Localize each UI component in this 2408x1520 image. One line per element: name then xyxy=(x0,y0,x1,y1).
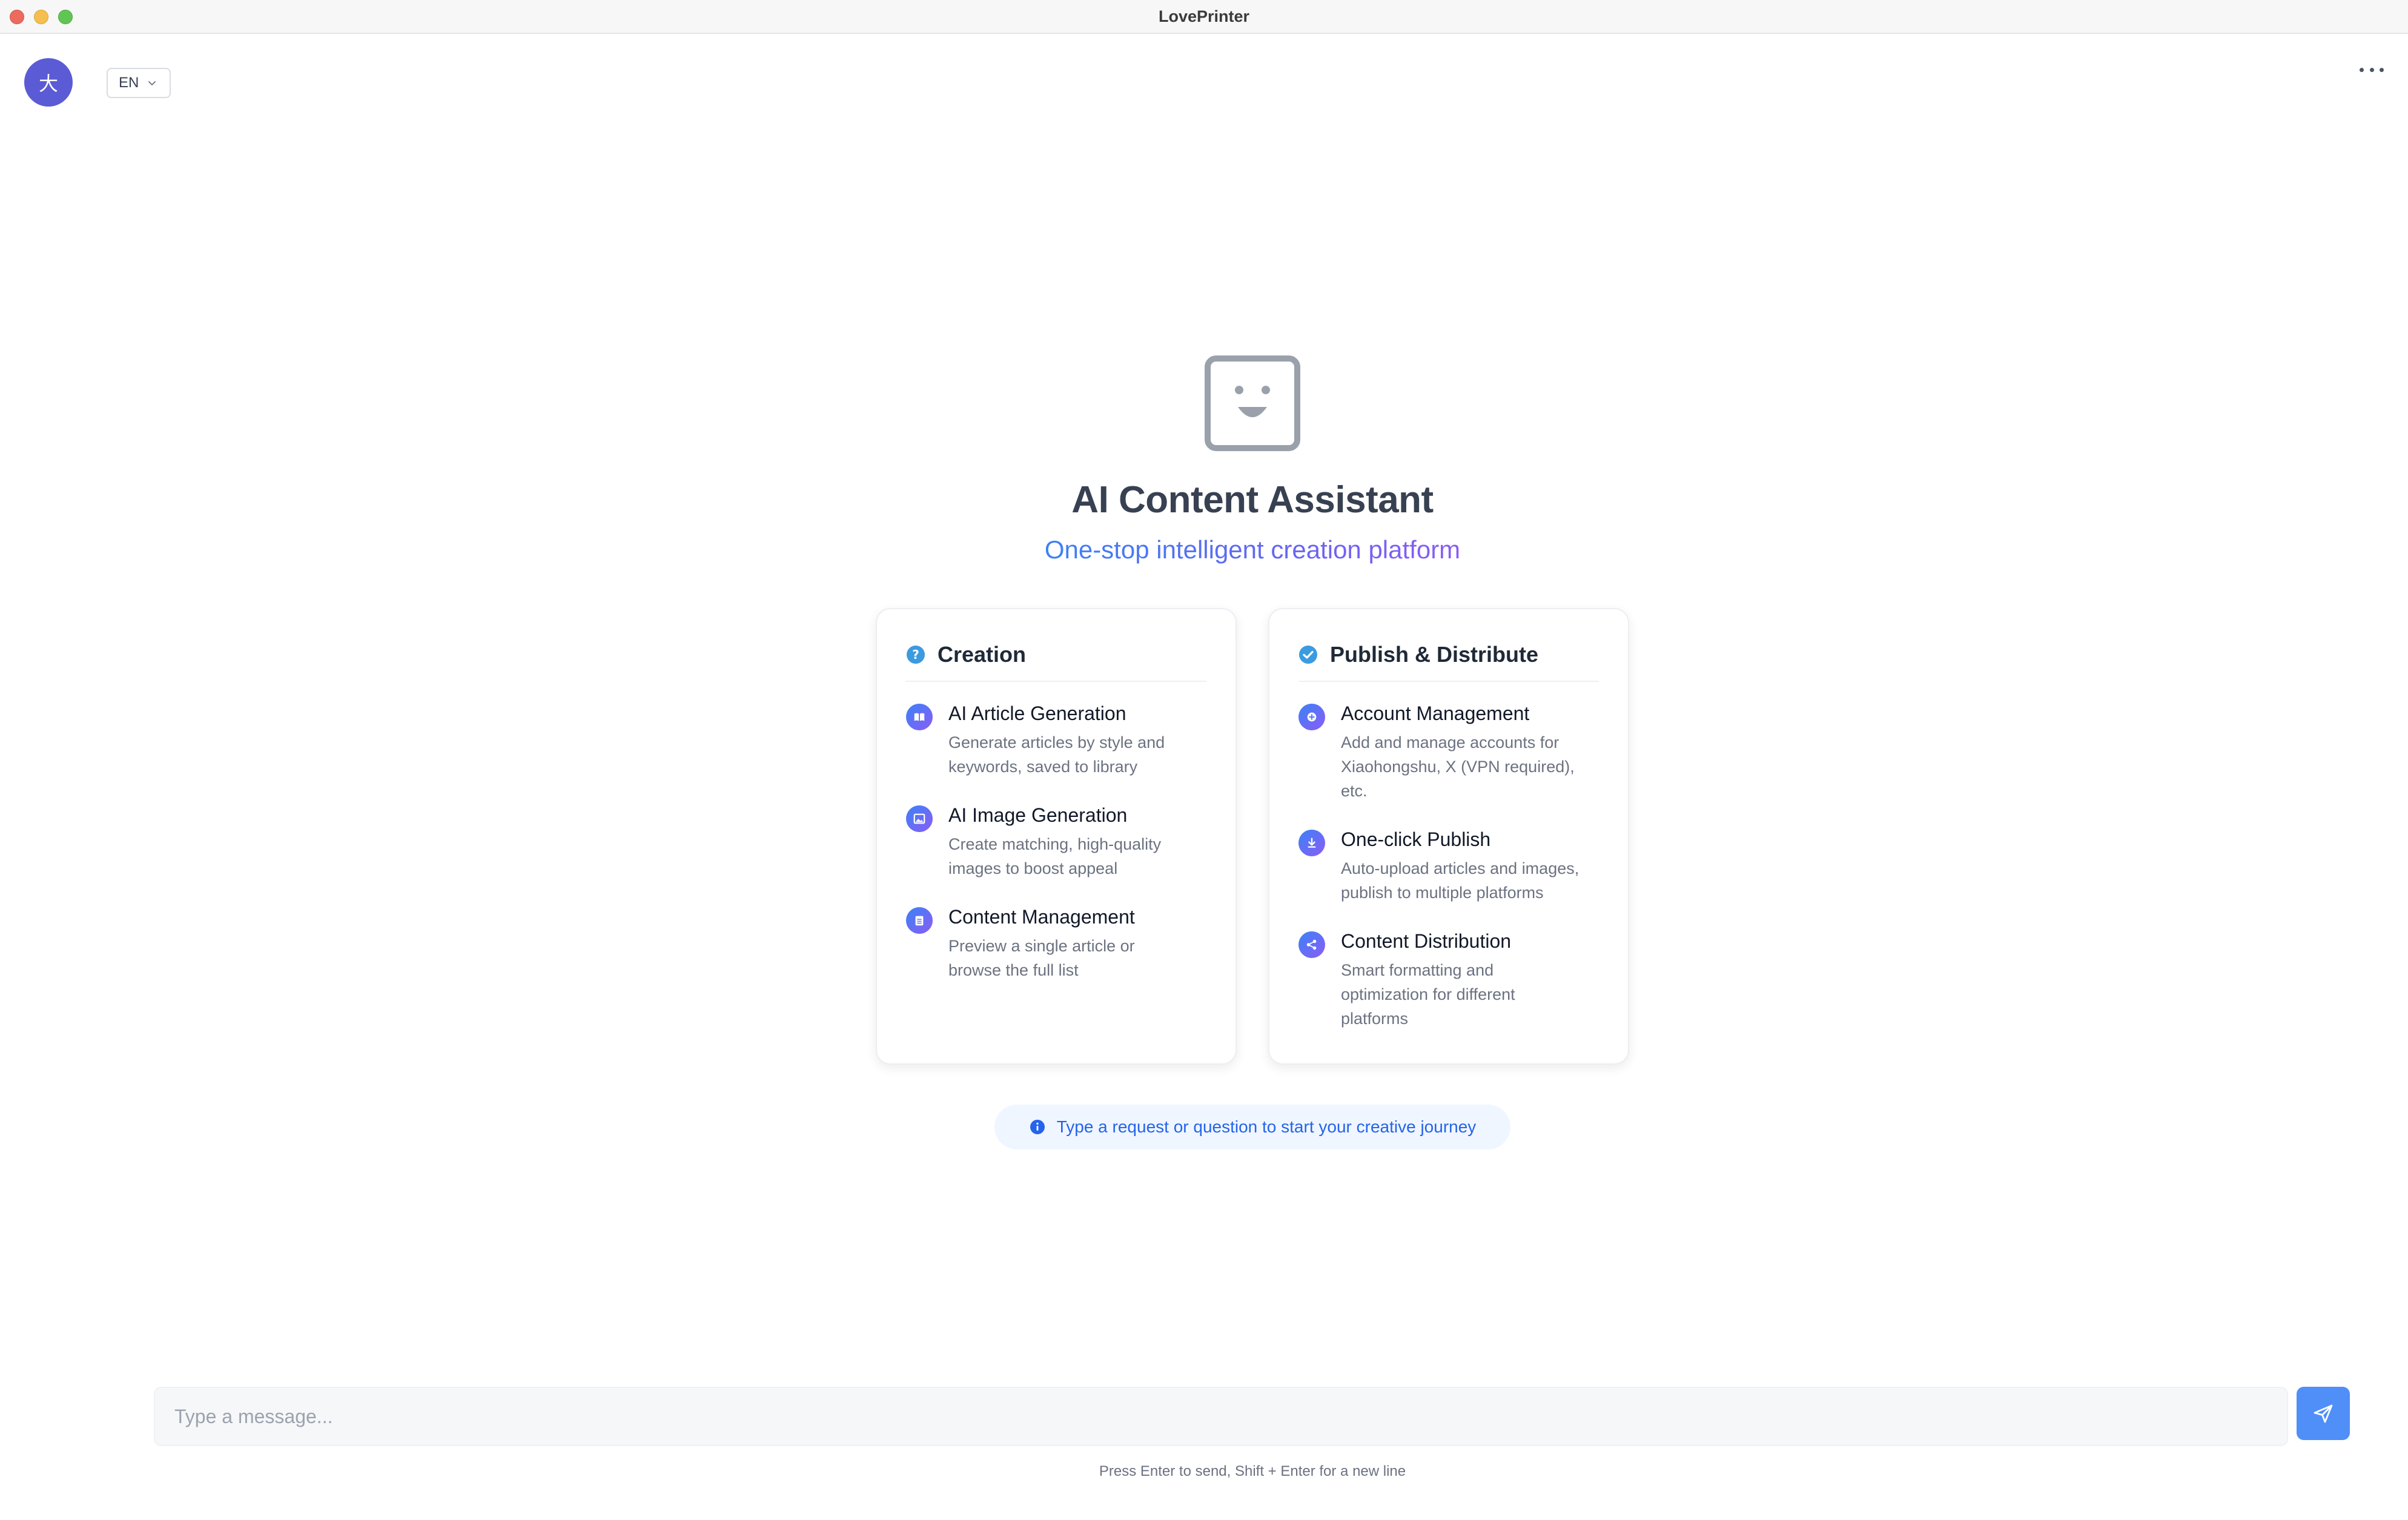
feature-title: Content Distribution xyxy=(1341,930,1512,952)
info-icon xyxy=(1030,1120,1045,1134)
card-header: Publish & Distribute xyxy=(1298,642,1538,667)
avatar[interactable]: 大 xyxy=(24,58,73,107)
image-icon xyxy=(906,805,933,832)
download-icon xyxy=(1298,830,1325,856)
send-hint: Press Enter to send, Shift + Enter for a… xyxy=(1099,1463,1406,1479)
chevron-down-icon xyxy=(148,81,156,85)
feature-item-image[interactable]: AI Image Generation Create matching, hig… xyxy=(906,802,1211,881)
feature-item-accounts[interactable]: Account Management Add and manage accoun… xyxy=(1298,700,1604,803)
card-header: ? Creation xyxy=(906,642,1026,667)
creation-card: ? Creation AI Article Generation Generat… xyxy=(876,608,1237,1065)
feature-desc: Auto-upload articles and images, publish … xyxy=(1341,859,1579,902)
window-title: LovePrinter xyxy=(1158,7,1250,25)
plus-circle-icon xyxy=(1298,704,1325,730)
clipboard-icon xyxy=(906,907,933,934)
send-icon xyxy=(2314,1404,2333,1423)
feature-title: One-click Publish xyxy=(1341,828,1491,850)
language-value: EN xyxy=(119,74,139,91)
feature-title: Content Management xyxy=(948,906,1135,928)
share-icon xyxy=(1298,931,1325,958)
page-subtitle: One-stop intelligent creation platform xyxy=(1044,535,1461,564)
card-title: Publish & Distribute xyxy=(1330,642,1539,667)
more-menu-button[interactable] xyxy=(2360,61,2384,79)
publish-card: Publish & Distribute Account Management … xyxy=(1268,608,1629,1065)
feature-desc: Add and manage accounts for Xiaohongshu, … xyxy=(1341,733,1575,800)
language-select[interactable]: EN xyxy=(107,68,171,98)
feature-title: AI Image Generation xyxy=(948,804,1128,826)
page-title: AI Content Assistant xyxy=(1071,479,1434,521)
ellipsis-icon xyxy=(2360,67,2364,72)
book-icon xyxy=(906,704,933,730)
divider xyxy=(906,681,1206,682)
title-bar: LovePrinter xyxy=(0,0,2408,34)
svg-text:?: ? xyxy=(912,647,919,662)
send-button[interactable] xyxy=(2297,1387,2350,1440)
message-input[interactable] xyxy=(154,1387,2288,1446)
feature-desc: Generate articles by style and keywords, … xyxy=(948,733,1165,776)
feature-item-publish[interactable]: One-click Publish Auto-upload articles a… xyxy=(1298,826,1604,905)
robot-face-icon xyxy=(1205,355,1300,451)
feature-title: Account Management xyxy=(1341,702,1530,724)
start-hint: Type a request or question to start your… xyxy=(994,1105,1510,1149)
hint-text: Type a request or question to start your… xyxy=(1056,1117,1477,1136)
feature-title: AI Article Generation xyxy=(948,702,1126,724)
feature-item-content[interactable]: Content Management Preview a single arti… xyxy=(906,904,1211,982)
divider xyxy=(1298,681,1599,682)
feature-item-distribution[interactable]: Content Distribution Smart formatting an… xyxy=(1298,928,1604,1031)
check-circle-icon xyxy=(1299,646,1317,664)
feature-item-article[interactable]: AI Article Generation Generate articles … xyxy=(906,700,1211,779)
feature-desc: Create matching, high-quality images to b… xyxy=(948,835,1162,877)
feature-desc: Smart formatting and optimization for dif… xyxy=(1341,961,1515,1028)
card-title: Creation xyxy=(938,642,1027,667)
feature-desc: Preview a single article or browse the fu… xyxy=(948,937,1135,979)
question-circle-icon: ? xyxy=(907,646,925,664)
